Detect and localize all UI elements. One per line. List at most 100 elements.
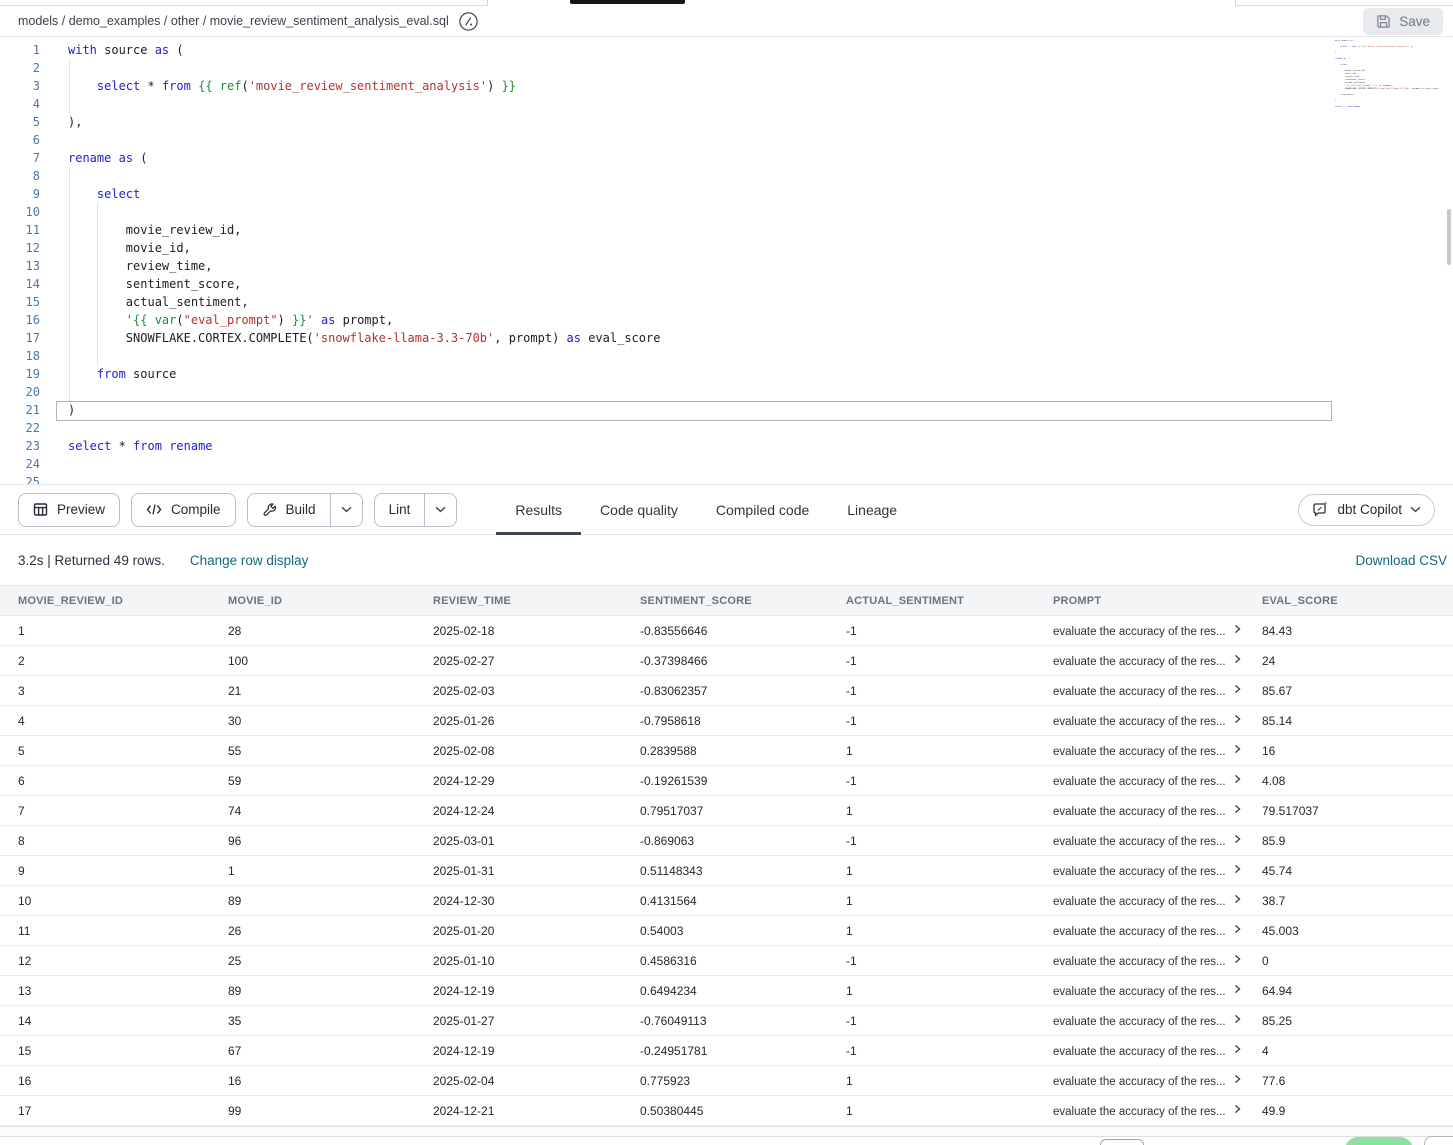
expand-cell-icon[interactable] [1233, 654, 1242, 664]
column-header-eval_score[interactable]: EVAL_SCORE [1244, 586, 1453, 616]
cell-prompt[interactable]: evaluate the accuracy of the res... [1035, 1096, 1244, 1126]
code-line-5[interactable]: 5), [0, 113, 1453, 131]
table-row[interactable]: 4302025-01-26-0.7958618-1evaluate the ac… [0, 706, 1453, 736]
expand-cell-icon[interactable] [1233, 864, 1242, 874]
table-row[interactable]: 16162025-02-040.7759231evaluate the accu… [0, 1066, 1453, 1096]
cell-prompt[interactable]: evaluate the accuracy of the res... [1035, 916, 1244, 946]
column-header-actual_sentiment[interactable]: ACTUAL_SENTIMENT [828, 586, 1035, 616]
table-row[interactable]: 5552025-02-080.28395881evaluate the accu… [0, 736, 1453, 766]
code-line-2[interactable]: 2 [0, 59, 1453, 77]
cell-prompt[interactable]: evaluate the accuracy of the res... [1035, 796, 1244, 826]
cutoff-white-button[interactable] [1424, 1136, 1453, 1145]
cell-prompt[interactable]: evaluate the accuracy of the res... [1035, 706, 1244, 736]
cell-prompt[interactable]: evaluate the accuracy of the res... [1035, 826, 1244, 856]
cutoff-green-button[interactable] [1345, 1137, 1413, 1145]
minimap[interactable]: with source as ( select * from {{ ref('m… [1335, 39, 1447, 129]
cell-prompt[interactable]: evaluate the accuracy of the res... [1035, 646, 1244, 676]
code-line-24[interactable]: 24 [0, 455, 1453, 473]
table-row[interactable]: 3212025-02-03-0.83062357-1evaluate the a… [0, 676, 1453, 706]
code-line-21[interactable]: 21) [0, 401, 1453, 419]
table-row[interactable]: 15672024-12-19-0.24951781-1evaluate the … [0, 1036, 1453, 1066]
change-row-display-link[interactable]: Change row display [190, 553, 309, 568]
cell-prompt[interactable]: evaluate the accuracy of the res... [1035, 856, 1244, 886]
cell-prompt[interactable]: evaluate the accuracy of the res... [1035, 886, 1244, 916]
cell-prompt[interactable]: evaluate the accuracy of the res... [1035, 946, 1244, 976]
tab-lineage[interactable]: Lineage [828, 485, 916, 534]
column-header-review_time[interactable]: REVIEW_TIME [415, 586, 622, 616]
cell-prompt[interactable]: evaluate the accuracy of the res... [1035, 1066, 1244, 1096]
preview-button[interactable]: Preview [18, 493, 120, 527]
expand-cell-icon[interactable] [1233, 954, 1242, 964]
expand-cell-icon[interactable] [1233, 714, 1242, 724]
tab-code-quality[interactable]: Code quality [581, 485, 697, 534]
code-line-17[interactable]: 17 SNOWFLAKE.CORTEX.COMPLETE('snowflake-… [0, 329, 1453, 347]
column-header-prompt[interactable]: PROMPT [1035, 586, 1244, 616]
code-line-14[interactable]: 14 sentiment_score, [0, 275, 1453, 293]
table-row[interactable]: 11262025-01-200.540031evaluate the accur… [0, 916, 1453, 946]
cell-prompt[interactable]: evaluate the accuracy of the res... [1035, 736, 1244, 766]
code-line-19[interactable]: 19 from source [0, 365, 1453, 383]
cell-prompt[interactable]: evaluate the accuracy of the res... [1035, 676, 1244, 706]
tab-compiled-code[interactable]: Compiled code [697, 485, 828, 534]
build-dropdown-button[interactable] [330, 494, 362, 526]
horizontal-scrollbar[interactable] [0, 1126, 1453, 1137]
code-line-6[interactable]: 6 [0, 131, 1453, 149]
expand-cell-icon[interactable] [1233, 684, 1242, 694]
dbt-copilot-button[interactable]: dbt Copilot [1298, 494, 1435, 526]
code-line-20[interactable]: 20 [0, 383, 1453, 401]
cell-prompt[interactable]: evaluate the accuracy of the res... [1035, 976, 1244, 1006]
code-line-4[interactable]: 4 [0, 95, 1453, 113]
column-header-movie_review_id[interactable]: MOVIE_REVIEW_ID [0, 586, 210, 616]
code-line-10[interactable]: 10 [0, 203, 1453, 221]
editor-scrollbar[interactable] [1447, 209, 1451, 265]
expand-cell-icon[interactable] [1233, 834, 1242, 844]
cell-prompt[interactable]: evaluate the accuracy of the res... [1035, 1006, 1244, 1036]
table-row[interactable]: 1282025-02-18-0.83556646-1evaluate the a… [0, 616, 1453, 646]
code-line-15[interactable]: 15 actual_sentiment, [0, 293, 1453, 311]
table-row[interactable]: 13892024-12-190.64942341evaluate the acc… [0, 976, 1453, 1006]
cell-prompt[interactable]: evaluate the accuracy of the res... [1035, 766, 1244, 796]
expand-cell-icon[interactable] [1233, 984, 1242, 994]
build-button[interactable]: Build [248, 494, 330, 526]
table-row[interactable]: 8962025-03-01-0.869063-1evaluate the acc… [0, 826, 1453, 856]
table-row[interactable]: 6592024-12-29-0.19261539-1evaluate the a… [0, 766, 1453, 796]
code-line-18[interactable]: 18 [0, 347, 1453, 365]
code-line-13[interactable]: 13 review_time, [0, 257, 1453, 275]
code-line-23[interactable]: 23select * from rename [0, 437, 1453, 455]
lint-button[interactable]: Lint [375, 494, 425, 526]
code-line-16[interactable]: 16 '{{ var("eval_prompt") }}' as prompt, [0, 311, 1453, 329]
expand-cell-icon[interactable] [1233, 804, 1242, 814]
column-header-sentiment_score[interactable]: SENTIMENT_SCORE [622, 586, 828, 616]
table-row[interactable]: 12252025-01-100.4586316-1evaluate the ac… [0, 946, 1453, 976]
code-line-22[interactable]: 22 [0, 419, 1453, 437]
cutoff-button[interactable] [1100, 1139, 1144, 1145]
download-csv-link[interactable]: Download CSV [1355, 553, 1449, 568]
table-row[interactable]: 7742024-12-240.795170371evaluate the acc… [0, 796, 1453, 826]
table-row[interactable]: 21002025-02-27-0.37398466-1evaluate the … [0, 646, 1453, 676]
lint-dropdown-button[interactable] [424, 494, 456, 526]
expand-cell-icon[interactable] [1233, 924, 1242, 934]
code-line-11[interactable]: 11 movie_review_id, [0, 221, 1453, 239]
cell-prompt[interactable]: evaluate the accuracy of the res... [1035, 1036, 1244, 1066]
code-line-25[interactable]: 25 [0, 473, 1453, 485]
expand-cell-icon[interactable] [1233, 1044, 1242, 1054]
code-line-3[interactable]: 3 select * from {{ ref('movie_review_sen… [0, 77, 1453, 95]
save-button[interactable]: Save [1363, 8, 1443, 35]
code-line-9[interactable]: 9 select [0, 185, 1453, 203]
tab-results[interactable]: Results [496, 485, 581, 534]
expand-cell-icon[interactable] [1233, 774, 1242, 784]
code-editor[interactable]: 1with source as (23 select * from {{ ref… [0, 37, 1453, 485]
table-row[interactable]: 17992024-12-210.503804451evaluate the ac… [0, 1096, 1453, 1126]
code-line-1[interactable]: 1with source as ( [0, 41, 1453, 59]
expand-cell-icon[interactable] [1233, 1014, 1242, 1024]
code-line-7[interactable]: 7rename as ( [0, 149, 1453, 167]
table-row[interactable]: 912025-01-310.511483431evaluate the accu… [0, 856, 1453, 886]
expand-cell-icon[interactable] [1233, 624, 1242, 634]
expand-cell-icon[interactable] [1233, 894, 1242, 904]
expand-cell-icon[interactable] [1233, 1074, 1242, 1084]
file-badge-icon[interactable] [458, 11, 479, 32]
code-line-12[interactable]: 12 movie_id, [0, 239, 1453, 257]
expand-cell-icon[interactable] [1233, 744, 1242, 754]
cell-prompt[interactable]: evaluate the accuracy of the res... [1035, 616, 1244, 646]
compile-button[interactable]: Compile [131, 493, 236, 527]
